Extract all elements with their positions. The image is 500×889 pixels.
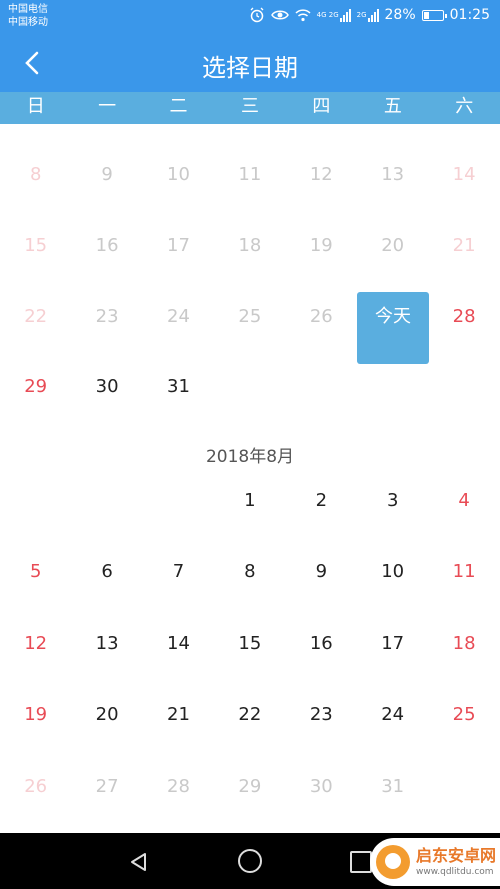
alarm-icon — [249, 7, 265, 23]
weekday-thu: 四 — [312, 96, 331, 117]
nav-back-button[interactable] — [128, 851, 150, 877]
day-cell[interactable]: 16 — [286, 624, 357, 664]
day-cell[interactable]: 28 — [428, 297, 499, 337]
calendar-week-row: 5 6 7 8 9 10 11 — [0, 552, 500, 592]
wifi-icon — [295, 8, 311, 22]
day-cell: 26 — [24, 776, 48, 797]
weekday-mon: 一 — [98, 96, 117, 117]
network-type-1: 4G 2G — [316, 10, 339, 19]
status-bar: 中国电信 中国移动 4G 2G 2G 28% 01:25 — [0, 0, 500, 34]
day-cell[interactable]: 22 — [214, 695, 285, 735]
carrier-info: 中国电信 中国移动 — [8, 3, 48, 29]
watermark-logo-icon — [376, 845, 410, 879]
day-cell[interactable]: 11 — [428, 552, 499, 592]
day-cell[interactable]: 1 — [214, 481, 285, 521]
day-cell[interactable]: 10 — [357, 552, 428, 592]
day-cell[interactable]: 6 — [71, 552, 142, 592]
signal-2-icon: 2G — [357, 8, 379, 22]
day-cell[interactable]: 14 — [143, 624, 214, 664]
day-cell: 31 — [381, 776, 405, 797]
day-cell: 12 — [309, 164, 333, 185]
today-cell[interactable]: 今天 — [357, 292, 429, 364]
day-cell: 21 — [452, 235, 476, 256]
day-cell: 23 — [95, 306, 119, 327]
day-cell: 10 — [167, 164, 190, 185]
day-cell[interactable]: 18 — [428, 624, 499, 664]
calendar-week-row: 1 2 3 4 — [0, 481, 500, 521]
network-type-2: 2G — [356, 10, 367, 19]
page-title: 选择日期 — [202, 54, 298, 82]
watermark-line-1: 启东安卓网 — [416, 846, 497, 865]
day-cell[interactable]: 15 — [214, 624, 285, 664]
day-cell[interactable]: 13 — [71, 624, 142, 664]
day-cell[interactable]: 2 — [286, 481, 357, 521]
day-cell: 22 — [24, 306, 48, 327]
day-cell[interactable]: 25 — [428, 695, 499, 735]
day-cell: 17 — [167, 235, 190, 256]
nav-home-button[interactable] — [238, 849, 262, 873]
carrier-2: 中国移动 — [8, 17, 48, 28]
day-cell: 13 — [381, 164, 405, 185]
calendar-week-row: 15 16 17 18 19 20 21 — [0, 226, 500, 266]
day-cell[interactable]: 21 — [143, 695, 214, 735]
battery-icon — [421, 9, 447, 21]
day-cell: 14 — [452, 164, 476, 185]
day-cell[interactable]: 31 — [143, 367, 214, 407]
clock: 01:25 — [449, 7, 490, 23]
calendar-week-row: 19 20 21 22 23 24 25 — [0, 695, 500, 735]
signal-1-icon: 4G 2G — [317, 8, 351, 22]
status-icons: 4G 2G 2G 28% 01:25 — [249, 7, 490, 23]
triangle-back-icon — [131, 853, 146, 871]
day-cell: 18 — [238, 235, 262, 256]
day-cell[interactable]: 5 — [0, 552, 71, 592]
day-cell[interactable]: 19 — [0, 695, 71, 735]
nav-recents-button[interactable] — [350, 851, 372, 873]
day-cell: 16 — [95, 235, 119, 256]
weekday-header: 日 一 二 三 四 五 六 — [0, 92, 500, 124]
day-cell[interactable]: 24 — [357, 695, 428, 735]
calendar-week-row: 12 13 14 15 16 17 18 — [0, 624, 500, 664]
day-cell[interactable]: 4 — [428, 481, 499, 521]
weekday-tue: 二 — [169, 96, 188, 117]
day-cell: 29 — [238, 776, 262, 797]
day-cell[interactable]: 20 — [71, 695, 142, 735]
day-cell[interactable]: 23 — [286, 695, 357, 735]
month-title: 2018年8月 — [205, 447, 295, 467]
calendar-week-row: 29 30 31 — [0, 367, 500, 407]
day-cell[interactable]: 3 — [357, 481, 428, 521]
day-cell: 25 — [238, 306, 262, 327]
calendar-week-row: 22 23 24 25 26 今天 28 — [0, 292, 500, 364]
day-cell: 30 — [309, 776, 333, 797]
watermark: 启东安卓网 www.qdlitdu.com — [370, 838, 500, 886]
day-cell[interactable]: 7 — [143, 552, 214, 592]
app-bar: 选择日期 — [0, 34, 500, 92]
day-cell: 27 — [95, 776, 119, 797]
battery-percent: 28% — [384, 7, 416, 23]
weekday-sat: 六 — [455, 96, 474, 117]
day-cell[interactable]: 17 — [357, 624, 428, 664]
calendar-week-row: 8 9 10 11 12 13 14 — [0, 155, 500, 195]
calendar-week-row: 26 27 28 29 30 31 — [0, 767, 500, 807]
day-cell[interactable]: 12 — [0, 624, 71, 664]
watermark-line-2: www.qdlitdu.com — [416, 867, 494, 877]
eye-icon — [270, 8, 289, 22]
carrier-1: 中国电信 — [8, 4, 48, 15]
day-cell: 28 — [167, 776, 190, 797]
day-cell[interactable]: 8 — [214, 552, 285, 592]
watermark-text: 启东安卓网 www.qdlitdu.com — [416, 846, 496, 878]
day-cell: 20 — [381, 235, 405, 256]
day-cell: 9 — [101, 164, 113, 185]
day-cell: 8 — [29, 164, 42, 185]
day-cell: 26 — [309, 306, 333, 327]
day-cell: 24 — [167, 306, 190, 327]
weekday-fri: 五 — [383, 96, 402, 117]
day-cell[interactable]: 9 — [286, 552, 357, 592]
weekday-wed: 三 — [240, 96, 259, 117]
day-cell[interactable]: 30 — [71, 367, 142, 407]
day-cell: 19 — [309, 235, 333, 256]
day-cell: 11 — [238, 164, 262, 185]
day-cell[interactable]: 29 — [0, 367, 71, 407]
day-cell: 15 — [24, 235, 48, 256]
weekday-sun: 日 — [26, 96, 45, 117]
